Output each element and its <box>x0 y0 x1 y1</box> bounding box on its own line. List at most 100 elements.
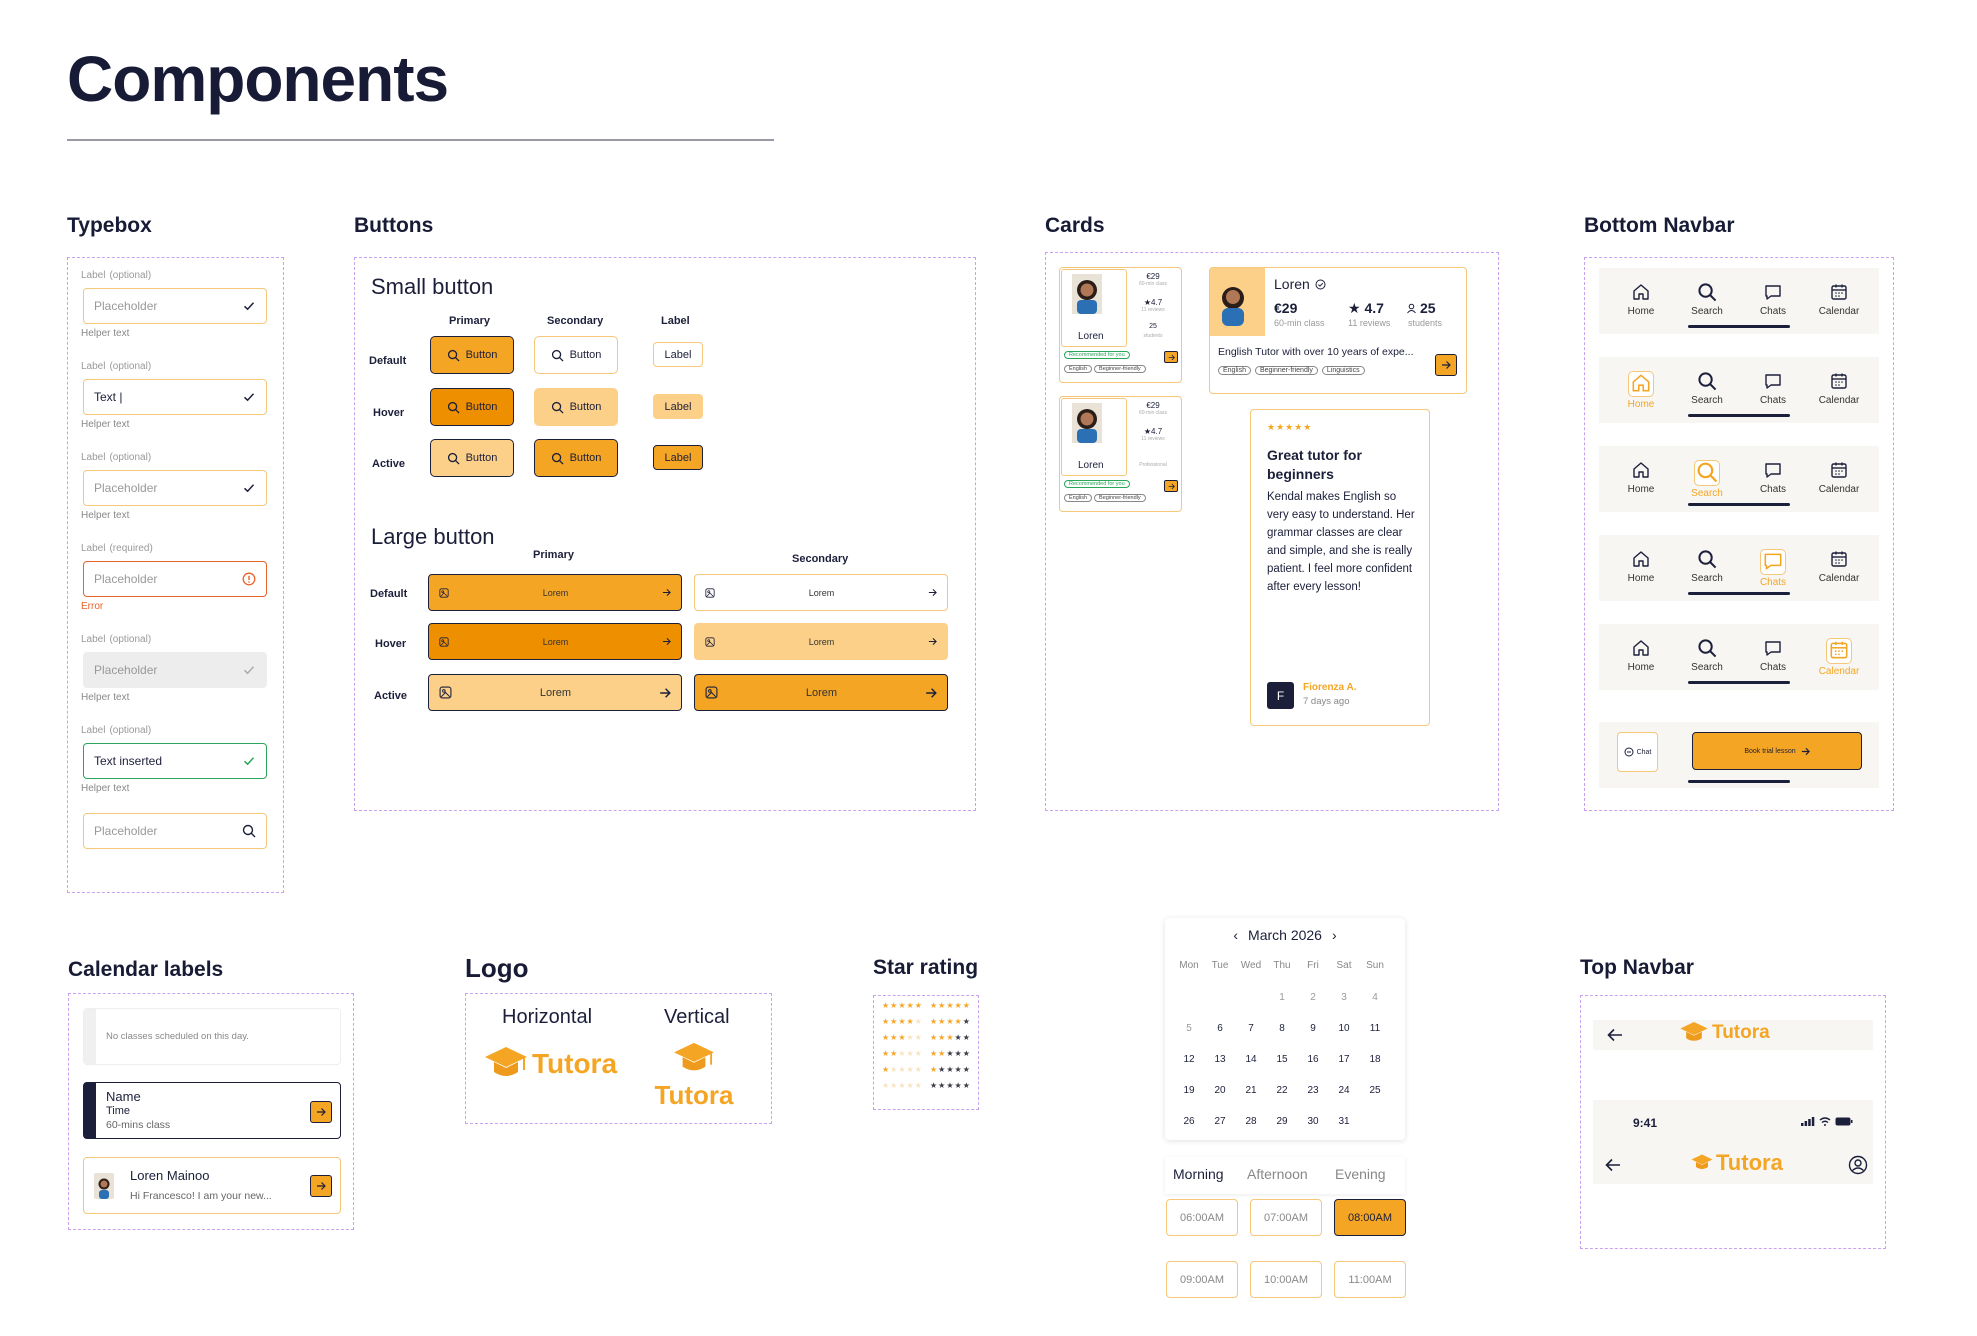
nav-item-label: Chats <box>1759 395 1787 406</box>
calendar-day[interactable]: 12 <box>1175 1054 1203 1065</box>
back-arrow-icon[interactable] <box>1605 1158 1621 1172</box>
open-card-button[interactable] <box>1164 351 1178 363</box>
field-label: Label (optional) <box>81 725 151 736</box>
nav-item-search[interactable]: Search <box>1677 282 1737 317</box>
open-class-button[interactable] <box>310 1101 332 1123</box>
nav-item-home[interactable]: Home <box>1611 282 1671 317</box>
calendar-day[interactable]: 25 <box>1361 1085 1389 1096</box>
nav-item-home[interactable]: Home <box>1611 460 1671 495</box>
time-slot[interactable]: 10:00AM <box>1250 1261 1322 1298</box>
calendar-day[interactable]: 15 <box>1268 1054 1296 1065</box>
text-field[interactable]: Placeholder <box>83 561 267 597</box>
primary-button-hover[interactable]: Button <box>430 388 514 426</box>
nav-item-search[interactable]: Search <box>1677 460 1737 499</box>
review-body: Kendal makes English so very easy to und… <box>1267 491 1415 593</box>
time-slot[interactable]: 08:00AM <box>1334 1199 1406 1236</box>
nav-item-home[interactable]: Home <box>1611 638 1671 673</box>
book-trial-button[interactable]: Book trial lesson <box>1692 732 1862 770</box>
large-secondary-button-active[interactable]: Lorem <box>694 674 948 711</box>
nav-item-calendar[interactable]: Calendar <box>1809 549 1869 584</box>
calendar-day[interactable]: 10 <box>1330 1023 1358 1034</box>
nav-item-calendar[interactable]: Calendar <box>1809 638 1869 677</box>
nav-item-calendar[interactable]: Calendar <box>1809 460 1869 495</box>
profile-icon[interactable] <box>1848 1155 1868 1175</box>
nav-item-home[interactable]: Home <box>1611 549 1671 584</box>
tutor-card-mini[interactable]: Loren €29 60-min class ★4.7 11 reviews 25 stud… <box>1059 267 1182 383</box>
text-field[interactable]: Placeholder <box>83 288 267 324</box>
nav-item-search[interactable]: Search <box>1677 638 1737 673</box>
calendar-day[interactable]: 9 <box>1299 1023 1327 1034</box>
nav-item-chats[interactable]: Chats <box>1743 638 1803 673</box>
calendar-day[interactable]: 31 <box>1330 1116 1358 1127</box>
open-message-button[interactable] <box>310 1175 332 1197</box>
calendar-day[interactable]: 18 <box>1361 1054 1389 1065</box>
nav-item-calendar[interactable]: Calendar <box>1809 282 1869 317</box>
nav-item-home[interactable]: Home <box>1611 371 1671 410</box>
nav-item-calendar[interactable]: Calendar <box>1809 371 1869 406</box>
calendar-day[interactable]: 24 <box>1330 1085 1358 1096</box>
tab-evening[interactable]: Evening <box>1335 1166 1386 1182</box>
prev-month-icon[interactable]: ‹ <box>1233 927 1238 943</box>
text-field[interactable]: Placeholder <box>83 470 267 506</box>
text-field[interactable]: Text | <box>83 379 267 415</box>
calendar-day[interactable]: 6 <box>1206 1023 1234 1034</box>
back-arrow-icon[interactable] <box>1607 1028 1623 1042</box>
secondary-button-hover[interactable]: Button <box>534 388 618 426</box>
tab-afternoon[interactable]: Afternoon <box>1247 1166 1308 1182</box>
calendar-day[interactable]: 19 <box>1175 1085 1203 1096</box>
primary-button-active[interactable]: Button <box>430 439 514 477</box>
nav-item-chats[interactable]: Chats <box>1743 460 1803 495</box>
button-label: Button <box>569 401 602 413</box>
label-chip-active[interactable]: Label <box>653 445 703 470</box>
nav-item-search[interactable]: Search <box>1677 549 1737 584</box>
section-title-logo: Logo <box>465 953 529 983</box>
label-chip-hover[interactable]: Label <box>653 394 703 419</box>
large-primary-button-default[interactable]: Lorem <box>428 574 682 611</box>
time-slot[interactable]: 07:00AM <box>1250 1199 1322 1236</box>
time-slot[interactable]: 09:00AM <box>1166 1261 1238 1298</box>
open-card-button[interactable] <box>1435 354 1457 376</box>
nav-item-chats[interactable]: Chats <box>1743 282 1803 317</box>
calendar-day[interactable]: 11 <box>1361 1023 1389 1034</box>
message-label[interactable]: Loren Mainoo Hi Francesco! I am your new… <box>83 1157 341 1214</box>
sender-name: Loren Mainoo <box>130 1168 210 1183</box>
calendar-day[interactable]: 17 <box>1330 1054 1358 1065</box>
large-secondary-button-hover[interactable]: Lorem <box>694 623 948 660</box>
calendar-day[interactable]: 16 <box>1299 1054 1327 1065</box>
nav-item-chats[interactable]: Chats <box>1743 371 1803 406</box>
arrow-right-icon <box>925 687 937 699</box>
primary-button-default[interactable]: Button <box>430 336 514 374</box>
tutor-card-wide[interactable]: Loren €29 60-min class ★ 4.7 11 reviews … <box>1209 267 1467 394</box>
nav-item-chats[interactable]: Chats <box>1743 549 1803 588</box>
calendar-day[interactable]: 21 <box>1237 1085 1265 1096</box>
text-field[interactable]: Text inserted <box>83 743 267 779</box>
tutor-card-mini[interactable]: Loren €29 60-min class ★4.7 11 reviews Profes… <box>1059 396 1182 512</box>
calendar-day[interactable]: 7 <box>1237 1023 1265 1034</box>
open-card-button[interactable] <box>1164 480 1178 492</box>
calendar-day[interactable]: 26 <box>1175 1116 1203 1127</box>
large-secondary-button-default[interactable]: Lorem <box>694 574 948 611</box>
large-primary-button-hover[interactable]: Lorem <box>428 623 682 660</box>
calendar-day[interactable]: 29 <box>1268 1116 1296 1127</box>
search-input[interactable]: Placeholder <box>83 813 267 849</box>
time-slot[interactable]: 06:00AM <box>1166 1199 1238 1236</box>
calendar-day[interactable]: 30 <box>1299 1116 1327 1127</box>
chat-button[interactable]: Chat <box>1617 732 1658 772</box>
time-slot[interactable]: 11:00AM <box>1334 1261 1406 1298</box>
tab-morning[interactable]: Morning <box>1173 1166 1224 1182</box>
calendar-day[interactable]: 22 <box>1268 1085 1296 1096</box>
calendar-day[interactable]: 14 <box>1237 1054 1265 1065</box>
secondary-button-active[interactable]: Button <box>534 439 618 477</box>
secondary-button-default[interactable]: Button <box>534 336 618 374</box>
calendar-day[interactable]: 27 <box>1206 1116 1234 1127</box>
nav-item-search[interactable]: Search <box>1677 371 1737 406</box>
calendar-day[interactable]: 8 <box>1268 1023 1296 1034</box>
label-chip-default[interactable]: Label <box>653 342 703 367</box>
large-primary-button-active[interactable]: Lorem <box>428 674 682 711</box>
calendar-day[interactable]: 28 <box>1237 1116 1265 1127</box>
next-month-icon[interactable]: › <box>1332 927 1337 943</box>
calendar-day[interactable]: 13 <box>1206 1054 1234 1065</box>
calendar-day[interactable]: 23 <box>1299 1085 1327 1096</box>
calendar-day[interactable]: 20 <box>1206 1085 1234 1096</box>
class-label[interactable]: Name Time 60-mins class <box>83 1082 341 1139</box>
